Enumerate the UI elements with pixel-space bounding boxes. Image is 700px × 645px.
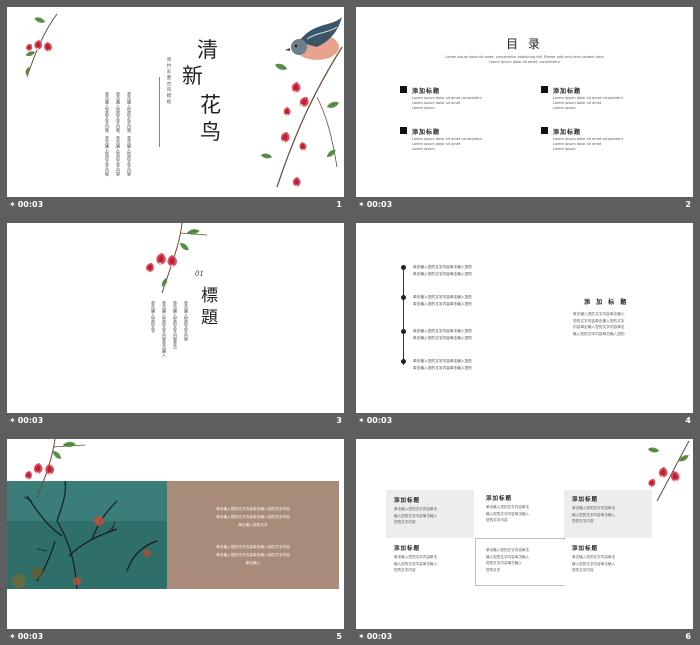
slide-thumbnail-3[interactable]: 01 標 題 单击输入您的文字内容 单击输入您的文字内容单击 单击输入您的文字内… — [7, 223, 344, 429]
title-char: 新 — [182, 64, 203, 88]
slide-thumbnail-5[interactable]: 单击输入您的文字内容单击输入您的文字内容 单击输入您的文字内容单击输入您的文字内容… — [7, 439, 344, 645]
toc-title: 目 录 — [506, 37, 543, 51]
side-title: 添 加 标 题 — [584, 299, 629, 306]
info-card: 添加标题 单击输入您的文字内容单击 输入您的文字内容单击输入 您的文字内容 — [478, 490, 566, 538]
slide-timing: ✶ 00:03 — [358, 416, 393, 425]
slide-number: 3 — [336, 416, 342, 425]
section-ornament: 01 — [195, 270, 204, 278]
timeline-dot — [401, 329, 406, 334]
side-body: 单击输入您的文字内容单击输入 您的文字内容单击输入您的文字 内容单击输入您的文字内容… — [573, 312, 625, 336]
bullet-square-icon — [541, 127, 548, 134]
slide-canvas: 目 录 Lorem ipsum dolor sit amet, consecte… — [356, 7, 693, 197]
slide-thumbnail-6[interactable]: 添加标题 单击输入您的文字内容单击 输入您的文字内容单击输入 您的文字内容 添加标题… — [356, 439, 693, 645]
title-char: 題 — [201, 308, 218, 328]
title-char: 花 — [200, 93, 221, 117]
toc-item-label: 添加标题 — [412, 129, 441, 136]
slide-number: 4 — [685, 416, 691, 425]
bullet-square-icon — [400, 127, 407, 134]
slide-footer: ✶ 00:03 5 — [7, 629, 344, 645]
slide-footer: ✶ 00:03 6 — [356, 629, 693, 645]
body-line: 单击输入您的文字内容，单击输入您的文字内容 — [105, 92, 110, 176]
slide-timing: ✶ 00:03 — [358, 200, 393, 209]
vertical-body: 单击输入您的文字内容 单击输入您的文字内容单击 单击输入您的文字内容单击输入 单… — [151, 301, 189, 357]
slide-footer: ✶ 00:03 2 — [356, 197, 693, 213]
slide-thumbnail-4[interactable]: 单击输入您的文字内容单击输入您的 单击输入您的文字内容单击输入您的 单击输入您的… — [356, 223, 693, 429]
slide-timing: ✶ 00:03 — [358, 632, 393, 641]
info-card: 单击输入您的文字内容单击 输入您的文字内容单击输入 您的文字内容单击输入 您的文字 — [475, 538, 565, 586]
slide-footer: ✶ 00:03 1 — [7, 197, 344, 213]
info-card: 添加标题 单击输入您的文字内容单击 输入您的文字内容单击输入 您的文字内容 — [386, 490, 474, 538]
slide-timing: ✶ 00:03 — [9, 200, 44, 209]
timeline-dot — [401, 359, 406, 364]
body-line: 单击输入您的文字内容，单击输入您的文字内容 — [116, 92, 121, 176]
toc-subtitle: Lorem ipsum dolor sit amet, consectetur … — [445, 55, 604, 64]
toc-item-label: 添加标题 — [553, 129, 582, 136]
slide-number: 5 — [336, 632, 342, 641]
timeline-dot — [401, 295, 406, 300]
transition-star-icon: ✶ — [9, 632, 16, 641]
toc-item-label: 添加标题 — [412, 88, 441, 95]
slide-canvas: 添加标题 单击输入您的文字内容单击 输入您的文字内容单击输入 您的文字内容 添加标题… — [356, 439, 693, 629]
slide-thumbnail-1[interactable]: 单击输入您的文字内容，单击输入您的文字内容 单击输入您的文字内容，单击输入您的文… — [7, 7, 344, 213]
info-card: 添加标题 单击输入您的文字内容单击 输入您的文字内容单击输入 您的文字内容 — [386, 540, 474, 588]
timeline-line — [403, 267, 404, 365]
flower-branch-illustration — [24, 13, 58, 78]
transition-star-icon: ✶ — [9, 416, 16, 425]
bullet-square-icon — [400, 86, 407, 93]
info-card: 添加标题 单击输入您的文字内容单击 输入您的文字内容单击输入 您的文字内容 — [564, 540, 652, 588]
timeline-dot — [401, 265, 406, 270]
slide-footer: ✶ 00:03 4 — [356, 413, 693, 429]
slide-footer: ✶ 00:03 3 — [7, 413, 344, 429]
divider — [159, 77, 160, 147]
slide-number: 2 — [685, 200, 691, 209]
bullet-square-icon — [541, 86, 548, 93]
flower-branch-illustration — [25, 439, 86, 498]
slide-canvas: 单击输入您的文字内容单击输入您的文字内容 单击输入您的文字内容单击输入您的文字内容… — [7, 439, 344, 629]
info-card: 添加标题 单击输入您的文字内容单击 输入您的文字内容单击输入 您的文字内容 — [564, 490, 652, 538]
slide-canvas: 单击输入您的文字内容，单击输入您的文字内容 单击输入您的文字内容，单击输入您的文… — [7, 7, 344, 197]
slide-timing: ✶ 00:03 — [9, 416, 44, 425]
title-char: 清 — [197, 38, 218, 62]
bird-on-branch-illustration — [260, 17, 343, 188]
transition-star-icon: ✶ — [358, 632, 365, 641]
slide-timing: ✶ 00:03 — [9, 632, 44, 641]
slide-canvas: 01 標 題 单击输入您的文字内容 单击输入您的文字内容单击 单击输入您的文字内… — [7, 223, 344, 413]
transition-star-icon: ✶ — [9, 200, 16, 209]
toc-item-label: 添加标题 — [553, 88, 582, 95]
slide-number: 6 — [685, 632, 691, 641]
slide-thumbnail-2[interactable]: 目 录 Lorem ipsum dolor sit amet, consecte… — [356, 7, 693, 213]
transition-star-icon: ✶ — [358, 416, 365, 425]
body-text-columns: 单击输入您的文字内容，单击输入您的文字内容 单击输入您的文字内容，单击输入您的文… — [105, 92, 132, 176]
transition-star-icon: ✶ — [358, 200, 365, 209]
title-char: 鸟 — [200, 120, 221, 144]
slide-canvas: 单击输入您的文字内容单击输入您的 单击输入您的文字内容单击输入您的 单击输入您的… — [356, 223, 693, 413]
body-line: 单击输入您的文字内容，单击输入您的文字内容 — [127, 92, 132, 176]
text-panel: 单击输入您的文字内容单击输入您的文字内容 单击输入您的文字内容单击输入您的文字内容… — [167, 481, 339, 589]
slide-number: 1 — [336, 200, 342, 209]
subtitle-vertical: 简约彩墨古风模板 — [166, 57, 171, 105]
